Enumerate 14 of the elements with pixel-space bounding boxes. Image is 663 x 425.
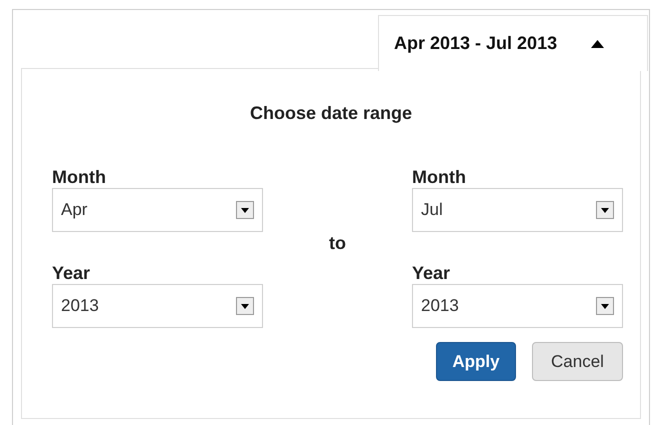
date-range-toggle[interactable]: Apr 2013 - Jul 2013 [378, 15, 648, 71]
to-label: to [329, 232, 346, 254]
cancel-button[interactable]: Cancel [532, 342, 623, 381]
month-label: Month [412, 166, 467, 188]
dropdown[interactable]: Apr [52, 188, 263, 232]
dropdown[interactable]: 2013 [412, 284, 623, 328]
popup-title: Choose date range [250, 102, 412, 124]
dropdown[interactable]: 2013 [52, 284, 263, 328]
year-label: Year [412, 262, 452, 284]
month-label: Month [52, 166, 107, 188]
year-label: Year [52, 262, 92, 284]
apply-button[interactable]: Apply [436, 342, 516, 381]
collapse-triangle-icon [591, 40, 604, 48]
dropdown[interactable]: Jul [412, 188, 623, 232]
